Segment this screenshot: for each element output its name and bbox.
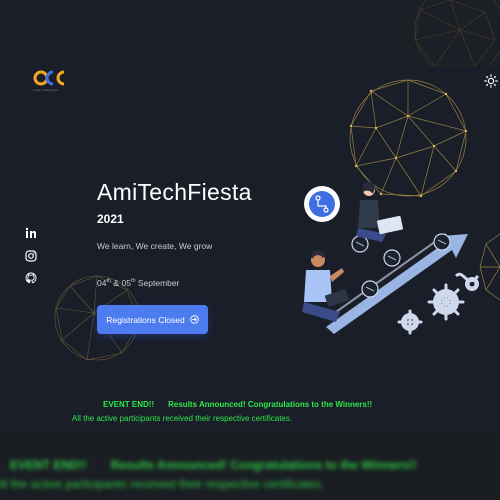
blurred-results-text: Results Announced! Congratulations to th…: [110, 458, 417, 472]
date-month: September: [135, 278, 180, 288]
logo-caption: Amity Coding Club: [33, 88, 58, 92]
github-icon[interactable]: [25, 272, 37, 284]
results-text: Results Announced! Congratulations to th…: [168, 400, 373, 409]
event-year: 2021: [97, 212, 124, 226]
page-title: AmiTechFiesta: [97, 179, 252, 205]
team-illustration: [302, 181, 480, 335]
blurred-event-end-text: EVENT END!!: [10, 458, 87, 472]
registrations-closed-button[interactable]: Registrations Closed: [97, 305, 208, 334]
sun-icon[interactable]: [484, 74, 498, 88]
announcement-line-2: All the active participants received the…: [72, 414, 293, 423]
arrow-right-circle-icon: [189, 315, 199, 324]
instagram-icon[interactable]: [25, 250, 37, 262]
event-dates: 04th & 05th September: [97, 278, 179, 288]
blurred-announcement-line-1: EVENT END!! Results Announced! Congratula…: [10, 458, 417, 472]
event-end-text: EVENT END!!: [103, 400, 155, 409]
date-day-2: 05: [121, 278, 131, 288]
blurred-announcement-line-2: All the active participants received the…: [0, 477, 325, 491]
wireframe-sphere-top-right: [414, 0, 500, 66]
announcement-line-1: EVENT END!! Results Announced! Congratula…: [103, 400, 372, 409]
registrations-button-label: Registrations Closed: [106, 314, 185, 325]
date-joiner: &: [111, 278, 122, 288]
linkedin-icon[interactable]: [25, 227, 37, 239]
tagline: We learn, We create, We grow: [97, 241, 213, 251]
